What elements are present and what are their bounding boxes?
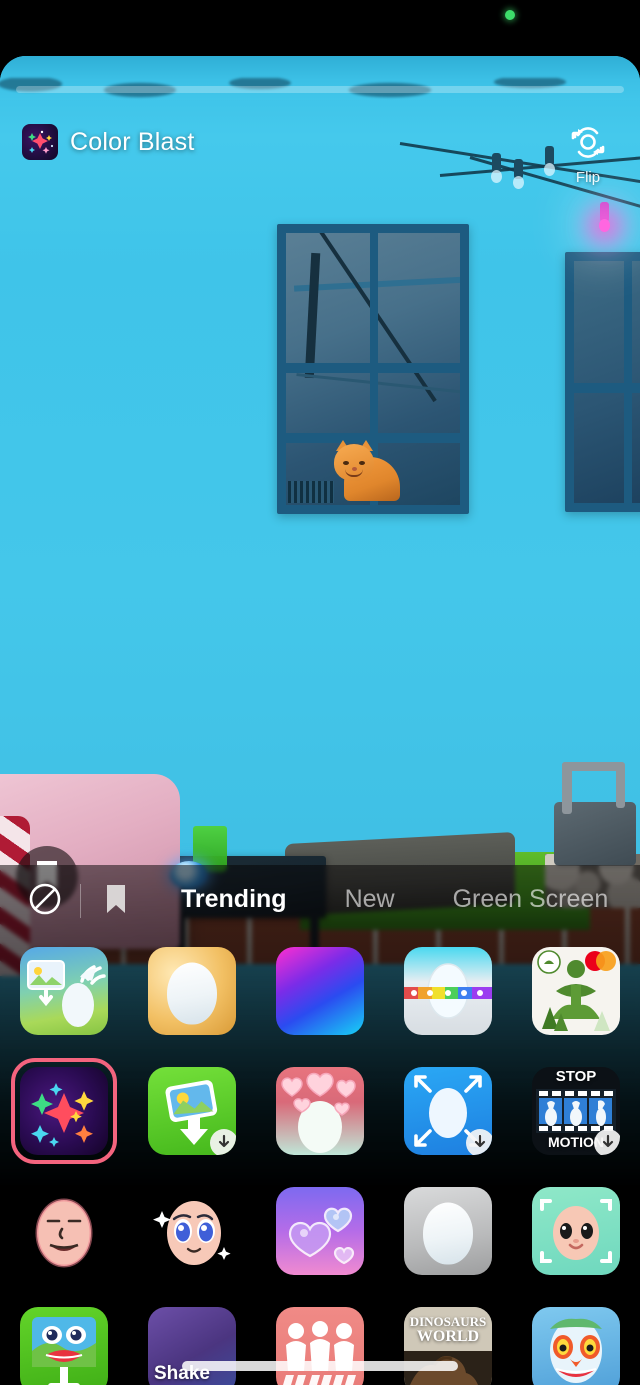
flip-camera-label: Flip [575,169,601,186]
clear-effect-button[interactable] [16,872,74,930]
camera-flip-icon [566,122,610,167]
download-badge-icon [210,1129,236,1155]
window-right [565,252,640,512]
yoga-nature-effect[interactable] [532,947,620,1035]
photo-wave-effect[interactable] [20,947,108,1035]
big-mouth-face-effect[interactable] [20,1187,108,1275]
green-screen-photo-effect[interactable] [148,1067,236,1155]
camera-screen: Color Blast Flip Trending New Green Scre… [0,0,640,1385]
effect-thumbnail [276,947,364,1035]
favorites-button[interactable] [87,872,145,930]
effect-thumbnail: Shake [148,1307,236,1385]
effect-thumbnail [404,1187,492,1275]
rainbow-band-effect[interactable] [404,947,492,1035]
gas-meter [540,756,640,866]
effects-toolbar: Trending New Green Screen [0,865,640,937]
effects-tab-list: Trending New Green Screen [181,885,608,918]
anime-eyes-effect[interactable] [148,1187,236,1275]
effect-thumbnail [20,1187,108,1275]
hearts-effect[interactable] [276,1067,364,1155]
effect-thumbnail [20,947,108,1035]
window-sill [566,503,640,512]
light-bulb-glowing [599,202,610,232]
effect-thumbnail-label: DINOSAURS WORLD [409,1314,487,1345]
orange-cat [334,439,400,501]
effect-thumbnail-label: STOP MOTION [548,1068,604,1150]
window-with-cat [277,224,469,514]
effect-thumbnail [276,1067,364,1155]
no-effect-icon [27,881,63,922]
face-scan-effect[interactable] [532,1187,620,1275]
stop-motion-effect[interactable]: STOP MOTION [532,1067,620,1155]
home-indicator[interactable] [182,1361,458,1371]
active-effect-chip[interactable]: Color Blast [22,124,194,160]
active-effect-name: Color Blast [70,127,195,156]
tab-new[interactable]: New [345,885,395,918]
color-blast-effect[interactable] [11,1058,117,1164]
download-badge-icon [466,1129,492,1155]
shake-effect[interactable]: Shake [148,1307,236,1385]
light-bulb [513,159,524,189]
light-bulb [491,153,502,183]
golden-glow-effect[interactable] [148,947,236,1035]
bookmark-icon [103,883,129,920]
effect-thumbnail: STOP MOTION [532,1067,620,1155]
tab-trending[interactable]: Trending [181,885,287,918]
toolbar-divider [80,884,81,918]
effect-thumbnail [404,947,492,1035]
recording-progress-bar[interactable] [16,86,624,93]
effect-thumbnail [532,1307,620,1385]
window-sill [278,505,468,514]
tab-green-screen[interactable]: Green Screen [453,885,609,918]
effect-thumbnail [276,1187,364,1275]
effect-thumbnail [148,1067,236,1155]
status-bar [0,0,640,56]
effect-thumbnail [148,947,236,1035]
flip-camera-button[interactable]: Flip [552,122,624,186]
dinosaurs-world-effect[interactable]: DINOSAURS WORLD [404,1307,492,1385]
window-mullion [624,261,632,503]
sparkles-icon [22,124,58,160]
effect-thumbnail [404,1067,492,1155]
download-badge-icon [594,1129,620,1155]
effect-thumbnail [20,1307,108,1385]
effect-thumbnail [20,1067,108,1155]
effect-thumbnail [532,947,620,1035]
effect-thumbnail [148,1187,236,1275]
window-grill [288,481,334,503]
zoom-arrows-effect[interactable] [404,1067,492,1155]
clown-makeup-effect[interactable] [532,1307,620,1385]
neon-gradient-effect[interactable] [276,947,364,1035]
effect-thumbnail [276,1307,364,1385]
effect-thumbnail: DINOSAURS WORLD [404,1307,492,1385]
bubble-hearts-effect[interactable] [276,1187,364,1275]
big-lips-effect[interactable] [20,1307,108,1385]
triple-clone-effect[interactable] [276,1307,364,1385]
window-warm-light [632,319,640,469]
effects-grid: STOP MOTION Shake DINOSAURS WORLD [0,947,640,1385]
grayscale-face-effect[interactable] [404,1187,492,1275]
recording-indicator-dot [505,10,515,20]
effects-panel: Trending New Green Screen STOP MOTION Sh… [0,865,640,1385]
effect-thumbnail [532,1187,620,1275]
